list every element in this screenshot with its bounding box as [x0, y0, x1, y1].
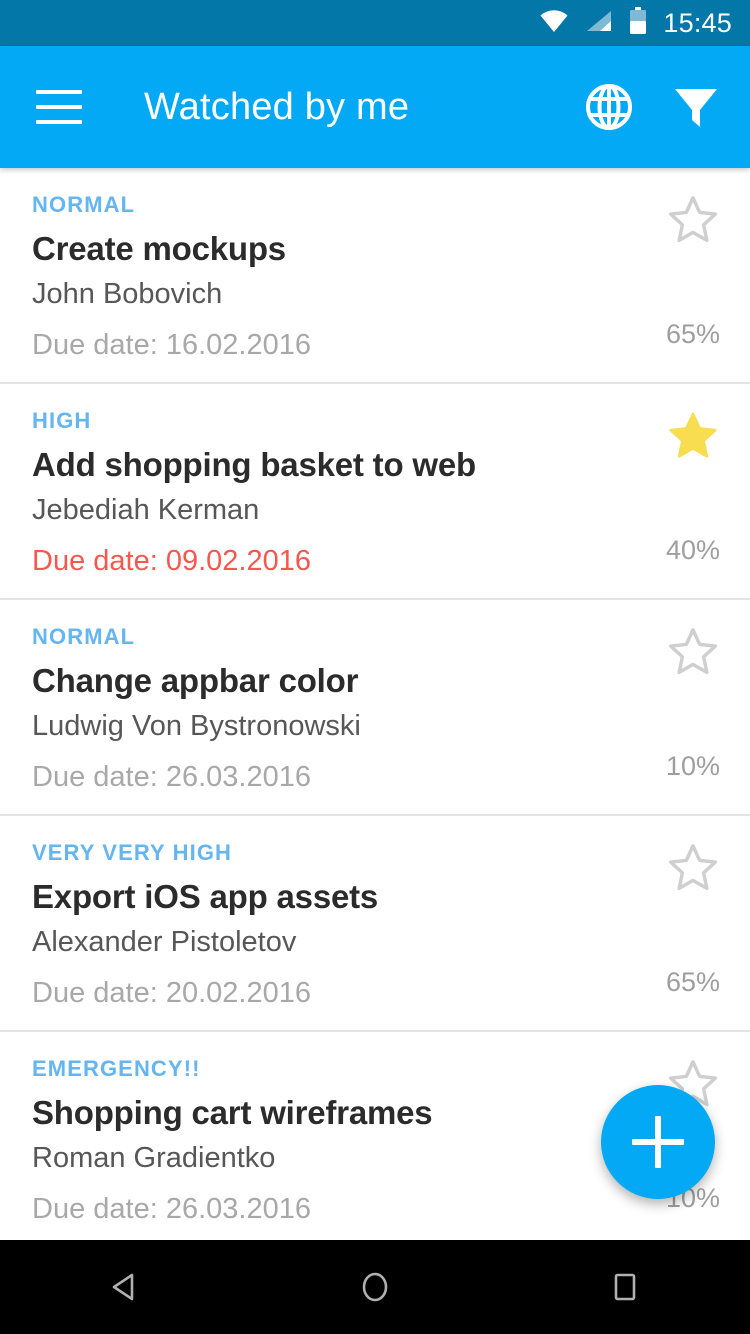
task-list[interactable]: NORMAL Create mockups John Bobovich Due … — [0, 168, 750, 1240]
due-date: Due date: 09.02.2016 — [32, 544, 311, 577]
due-date: Due date: 16.02.2016 — [32, 328, 311, 361]
android-nav-bar — [0, 1240, 750, 1334]
star-icon[interactable] — [666, 842, 720, 896]
due-date: Due date: 26.03.2016 — [32, 760, 311, 793]
page-title: Watched by me — [144, 85, 410, 128]
home-button[interactable] — [315, 1240, 435, 1334]
progress-value: 10% — [665, 750, 720, 781]
due-date: Due date: 20.02.2016 — [32, 976, 311, 1009]
progress-value: 40% — [665, 534, 720, 565]
due-date: Due date: 26.03.2016 — [32, 1192, 311, 1225]
task-title: Create mockups — [32, 230, 286, 267]
back-button[interactable] — [65, 1240, 185, 1334]
task-title: Change appbar color — [32, 662, 359, 699]
assignee-name: Jebediah Kerman — [32, 493, 260, 526]
globe-icon[interactable] — [584, 82, 634, 132]
status-bar: 15:45 — [0, 0, 750, 46]
status-bar-icons — [539, 6, 647, 40]
assignee-name: Alexander Pistoletov — [32, 925, 297, 958]
hamburger-menu-icon[interactable] — [36, 90, 82, 124]
task-title: Export iOS app assets — [32, 878, 379, 915]
star-icon[interactable] — [666, 410, 720, 464]
app-bar: Watched by me — [0, 46, 750, 168]
priority-label: NORMAL — [32, 624, 136, 649]
table-row[interactable]: HIGH Add shopping basket to web Jebediah… — [0, 384, 750, 600]
filter-icon[interactable] — [672, 83, 720, 131]
progress-value: 65% — [665, 966, 720, 997]
priority-label: NORMAL — [32, 192, 136, 217]
priority-label: HIGH — [32, 408, 92, 433]
app-screen: 15:45 Watched by me NORMAL Create mockup… — [0, 0, 750, 1334]
priority-label: VERY VERY HIGH — [32, 840, 233, 865]
plus-icon — [632, 1116, 684, 1168]
battery-icon — [629, 6, 647, 40]
table-row[interactable]: NORMAL Change appbar color Ludwig Von By… — [0, 600, 750, 816]
add-task-fab[interactable] — [601, 1085, 715, 1199]
star-icon[interactable] — [666, 194, 720, 248]
app-bar-actions — [584, 82, 720, 132]
table-row[interactable]: VERY VERY HIGH Export iOS app assets Ale… — [0, 816, 750, 1032]
wifi-icon — [539, 9, 569, 38]
assignee-name: Ludwig Von Bystronowski — [32, 709, 361, 742]
recents-button[interactable] — [565, 1240, 685, 1334]
cell-signal-icon — [585, 9, 613, 38]
task-title: Add shopping basket to web — [32, 446, 476, 483]
priority-label: EMERGENCY!! — [32, 1056, 201, 1081]
progress-value: 65% — [665, 318, 720, 349]
assignee-name: John Bobovich — [32, 277, 223, 310]
star-icon[interactable] — [666, 626, 720, 680]
status-bar-clock: 15:45 — [663, 7, 732, 38]
table-row[interactable]: NORMAL Create mockups John Bobovich Due … — [0, 168, 750, 384]
